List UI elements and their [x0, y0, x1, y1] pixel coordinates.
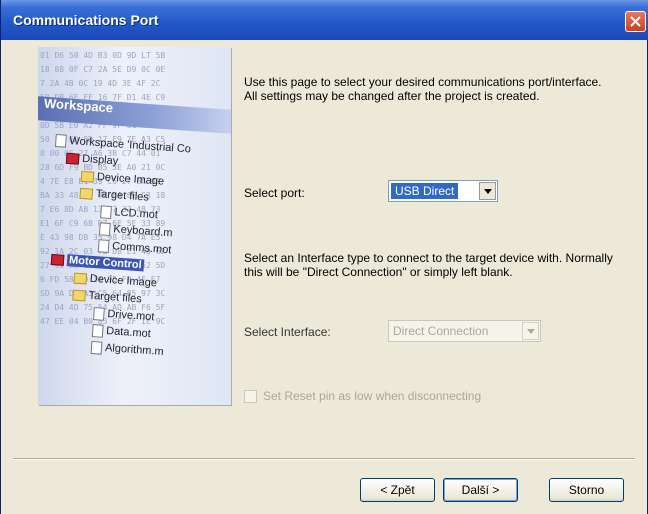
chip-icon: [50, 253, 65, 266]
next-button[interactable]: Další >: [443, 478, 518, 502]
port-label: Select port:: [244, 186, 305, 200]
file-icon: [98, 221, 111, 236]
intro-text: Use this page to select your desired com…: [244, 75, 602, 103]
chevron-down-icon: [527, 329, 535, 334]
cancel-button[interactable]: Storno: [549, 478, 624, 502]
folder-icon: [80, 170, 95, 183]
interface-label: Select Interface:: [244, 325, 331, 339]
interface-dropdown-button[interactable]: [522, 322, 539, 340]
file-icon: [90, 340, 103, 355]
port-dropdown-button[interactable]: [479, 182, 496, 200]
interface-help-text: Select an Interface type to connect to t…: [244, 251, 613, 279]
workspace-illustration: 01 D6 50 4D B3 0D 9D LT 5B 18 88 0F C7 2…: [38, 47, 231, 405]
folder-icon: [73, 272, 88, 285]
dialog-window: Communications Port 01 D6 50 4D B3 0D 9D…: [0, 0, 648, 514]
close-button[interactable]: [625, 11, 646, 32]
file-icon: [93, 306, 105, 321]
workspace-icon: [54, 133, 67, 148]
port-select-value: USB Direct: [391, 183, 459, 199]
reset-pin-checkbox[interactable]: [244, 390, 257, 404]
reset-pin-label: Set Reset pin as low when disconnecting: [263, 389, 482, 403]
file-icon: [91, 323, 104, 338]
reset-pin-option[interactable]: Set Reset pin as low when disconnecting: [244, 389, 482, 404]
file-icon: [100, 204, 112, 219]
close-icon: [630, 16, 641, 27]
chevron-down-icon: [484, 189, 492, 194]
file-icon: [97, 238, 110, 253]
port-select[interactable]: USB Direct: [388, 180, 498, 202]
interface-select[interactable]: Direct Connection: [388, 320, 541, 342]
window-title: Communications Port: [13, 12, 159, 28]
folder-icon: [72, 289, 87, 302]
footer-separator: [13, 458, 635, 460]
chip-icon: [65, 152, 80, 165]
workspace-tree: Workspace 'Industrial Co Display Device …: [41, 132, 192, 362]
folder-icon: [79, 187, 94, 200]
back-button[interactable]: < Zpět: [360, 478, 435, 502]
interface-select-value: Direct Connection: [393, 324, 489, 338]
title-bar[interactable]: Communications Port: [1, 0, 648, 40]
